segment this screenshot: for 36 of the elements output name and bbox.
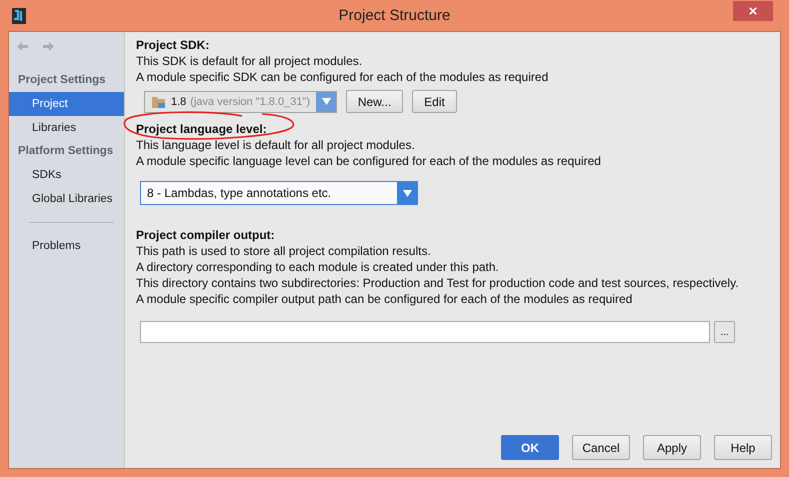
sidebar-item[interactable]: SDKs	[9, 163, 124, 187]
sidebar-item[interactable]: Libraries	[9, 116, 124, 140]
description-text: This language level is default for all project modules.	[136, 137, 416, 153]
description-text: This SDK is default for all project modules.	[136, 53, 364, 69]
dropdown-arrow-icon	[402, 190, 412, 196]
dialog-button[interactable]: Cancel	[572, 435, 630, 460]
description-text: A directory corresponding to each module is created under this path.	[136, 259, 500, 275]
section-title: Project compiler output:	[136, 228, 275, 242]
dialog-button[interactable]: OK	[501, 435, 559, 460]
dropdown-arrow-icon	[322, 98, 330, 105]
app-logo-icon	[12, 8, 26, 24]
dialog-button[interactable]: Apply	[643, 435, 701, 460]
dialog-button[interactable]: Edit	[412, 90, 457, 113]
dialog-button[interactable]: New...	[346, 90, 403, 113]
description-text: A module specific compiler output path can be configured for each of the modules as required	[136, 291, 634, 307]
description-text: This directory contains two subdirectories: Production and Test for production code and test sources, respectively.	[136, 275, 740, 291]
forward-arrow-icon[interactable]	[42, 41, 55, 52]
description-text: A module specific language level can be configured for each of the modules as required	[136, 153, 602, 169]
folder-icon	[151, 94, 167, 108]
sidebar-heading: Project Settings	[17, 73, 107, 88]
section-title: Project SDK:	[136, 38, 210, 52]
sidebar-item[interactable]: Project	[9, 92, 124, 116]
back-arrow-icon[interactable]	[16, 41, 29, 52]
close-button[interactable]: ×	[733, 1, 773, 21]
description-text: This path is used to store all project compilation results.	[136, 243, 432, 259]
sidebar-item[interactable]: Global Libraries	[9, 187, 124, 211]
language-level-dropdown[interactable]: 8 - Lambdas, type annotations etc.	[140, 181, 418, 205]
window-title: Project Structure	[338, 7, 452, 24]
description-text: A module specific SDK can be configured for each of the modules as required	[136, 69, 550, 85]
section-title: Project language level:	[136, 122, 267, 136]
sidebar-heading: Platform Settings	[17, 144, 114, 159]
sidebar-item[interactable]: Problems	[9, 234, 124, 258]
output-path-field[interactable]	[140, 321, 710, 343]
sdk-dropdown[interactable]: 1.8 (java version "1.8.0_31")	[144, 90, 337, 112]
dialog-button[interactable]: Help	[714, 435, 772, 460]
browse-button[interactable]: ...	[714, 321, 735, 343]
